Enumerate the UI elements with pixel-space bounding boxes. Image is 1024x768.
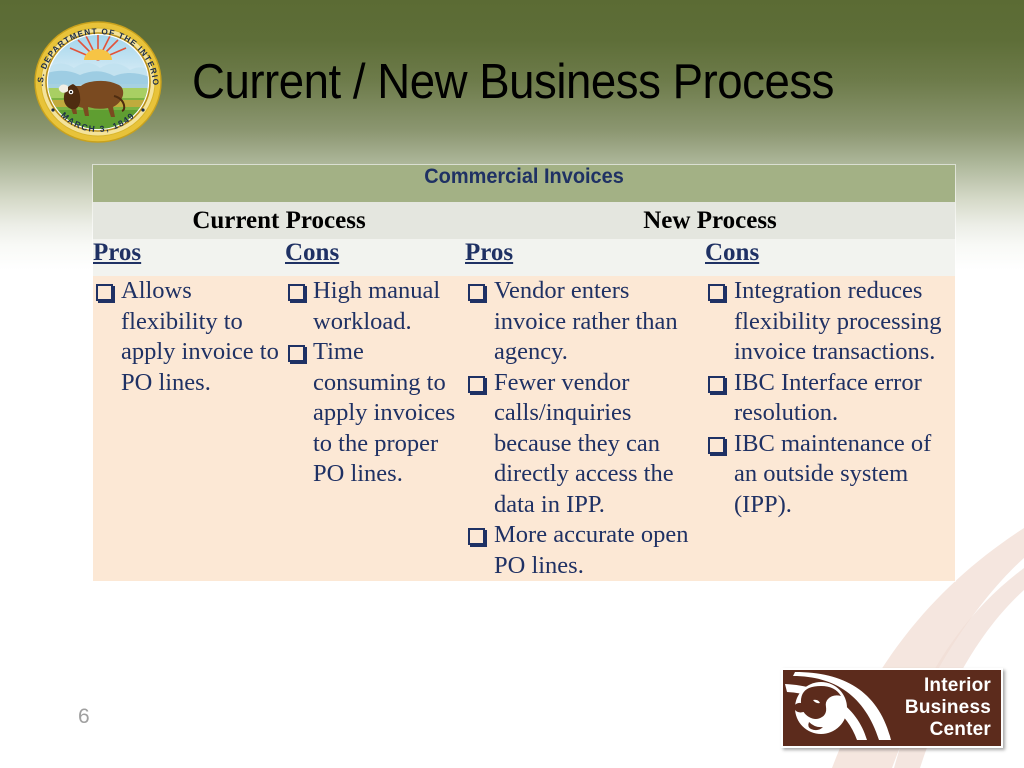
bullet-item-text: Allows flexibility to apply invoice to P… — [121, 277, 279, 396]
subheader-cell-current-pros: Pros — [93, 239, 285, 276]
table-banner-row: Commercial Invoices — [93, 165, 956, 202]
bullet-item-text: More accurate open PO lines. — [494, 521, 689, 579]
subheader-new-cons: Cons — [705, 239, 760, 266]
slide-canvas: U.S. DEPARTMENT OF THE INTERIOR MARCH 3,… — [0, 0, 1024, 768]
bullet-item: High manual workload. — [285, 276, 465, 337]
subheader-cell-new-cons: Cons — [705, 239, 956, 276]
table-body-row: Allows flexibility to apply invoice to P… — [93, 276, 956, 581]
ibc-logo-text: Interior Business Center — [905, 675, 991, 741]
bullet-item: IBC maintenance of an outside system (IP… — [705, 429, 955, 521]
doi-seal-svg: U.S. DEPARTMENT OF THE INTERIOR MARCH 3,… — [22, 7, 162, 143]
bullet-item-text: Time consuming to apply invoices to the … — [313, 338, 456, 487]
bullet-item: More accurate open PO lines. — [465, 520, 705, 581]
square-bullet-icon — [96, 284, 113, 301]
table-group-header-row: Current Process New Process — [93, 202, 956, 239]
bullet-list-current-cons: High manual workload. Time consuming to a… — [285, 276, 465, 490]
square-bullet-icon — [288, 345, 305, 362]
bullet-item-text: Vendor enters invoice rather than agency… — [494, 277, 678, 365]
square-bullet-icon — [468, 284, 485, 301]
bullet-list-current-pros: Allows flexibility to apply invoice to P… — [93, 276, 285, 398]
subheader-current-pros: Pros — [93, 239, 142, 266]
table-banner-label: Commercial Invoices — [424, 165, 624, 188]
square-bullet-icon — [468, 528, 485, 545]
cell-current-cons: High manual workload. Time consuming to a… — [285, 276, 465, 581]
cell-new-pros: Vendor enters invoice rather than agency… — [465, 276, 705, 581]
group-header-current-label: Current Process — [192, 207, 366, 234]
bullet-item-text: High manual workload. — [313, 277, 441, 335]
bullet-item: Integration reduces flexibility processi… — [705, 276, 955, 368]
group-header-new: New Process — [465, 202, 956, 239]
ibc-bison-icon — [785, 672, 891, 740]
bullet-item: Fewer vendor calls/inquiries because the… — [465, 368, 705, 521]
square-bullet-icon — [288, 284, 305, 301]
ibc-logo-line-3: Center — [929, 719, 991, 740]
interior-business-center-logo: Interior Business Center — [781, 668, 1003, 748]
ibc-logo-line-1: Interior — [923, 675, 991, 696]
bullet-list-new-cons: Integration reduces flexibility processi… — [705, 276, 955, 520]
bullet-item-text: IBC maintenance of an outside system (IP… — [734, 429, 932, 518]
square-bullet-icon — [708, 375, 725, 393]
square-bullet-icon — [468, 375, 485, 393]
bullet-item: IBC Interface error resolution. — [705, 368, 955, 429]
bullet-item: Time consuming to apply invoices to the … — [285, 337, 465, 490]
page-number: 6 — [78, 705, 90, 728]
cell-new-cons: Integration reduces flexibility processi… — [705, 276, 956, 581]
bullet-item: Allows flexibility to apply invoice to P… — [93, 276, 285, 398]
cell-current-pros: Allows flexibility to apply invoice to P… — [93, 276, 285, 581]
table-banner-cell: Commercial Invoices — [93, 165, 956, 202]
page-title: Current / New Business Process — [192, 55, 834, 109]
pros-cons-table: Commercial Invoices Current Process New … — [93, 165, 956, 581]
bullet-item-text: IBC Interface error resolution. — [734, 368, 922, 427]
table-subheader-row: Pros Cons Pros Cons — [93, 239, 956, 276]
bullet-list-new-pros: Vendor enters invoice rather than agency… — [465, 276, 705, 581]
subheader-cell-new-pros: Pros — [465, 239, 705, 276]
square-bullet-icon — [708, 284, 725, 301]
subheader-current-cons: Cons — [285, 239, 340, 266]
subheader-cell-current-cons: Cons — [285, 239, 465, 276]
subheader-new-pros: Pros — [465, 239, 514, 266]
bullet-item: Vendor enters invoice rather than agency… — [465, 276, 705, 368]
bullet-item-text: Integration reduces flexibility processi… — [734, 277, 942, 365]
ibc-logo-line-2: Business — [904, 697, 991, 718]
group-header-current: Current Process — [93, 202, 465, 239]
bullet-item-text: Fewer vendor calls/inquiries because the… — [494, 368, 674, 518]
group-header-new-label: New Process — [643, 207, 777, 234]
square-bullet-icon — [708, 436, 725, 454]
doi-seal-icon: U.S. DEPARTMENT OF THE INTERIOR MARCH 3,… — [22, 7, 170, 150]
